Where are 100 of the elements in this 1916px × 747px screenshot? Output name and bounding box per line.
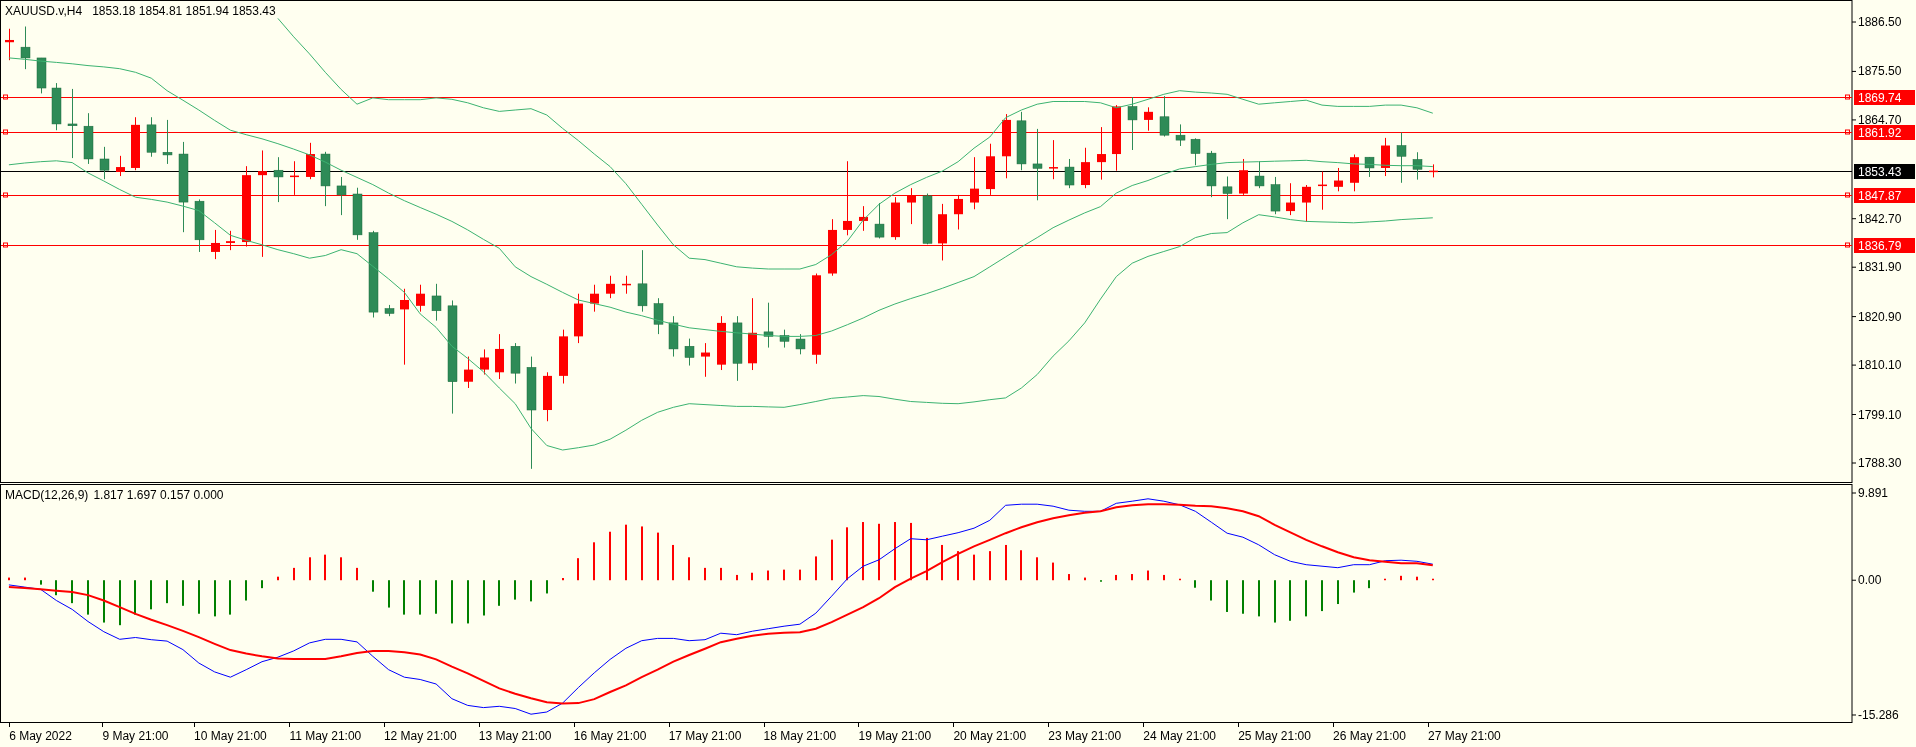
candlestick	[543, 371, 552, 422]
axis-label: 1864.70	[1858, 112, 1902, 127]
ref-line-label: 1847.87	[1858, 189, 1902, 203]
candlestick	[1239, 158, 1248, 196]
axis-label: 12 May 21:00	[383, 729, 457, 743]
candlestick	[1364, 156, 1375, 178]
candlestick	[1318, 171, 1327, 211]
candlestick	[83, 112, 94, 165]
axis-tick	[194, 721, 195, 728]
candlestick	[352, 187, 363, 241]
indicator-readout: 1.817 1.697 0.157 0.000	[93, 488, 224, 502]
price-label: 1847.87	[1854, 188, 1915, 203]
price-label: 1853.43	[1854, 164, 1915, 179]
price-label: 1861.92	[1854, 125, 1915, 140]
candlestick	[67, 88, 78, 159]
axis-label: 17 May 21:00	[668, 729, 742, 743]
axis-tick	[574, 721, 575, 728]
axis-tick	[1048, 721, 1049, 728]
candlestick	[938, 203, 947, 261]
candlestick	[416, 284, 425, 313]
candlestick	[1396, 132, 1407, 184]
axis-label: 10 May 21:00	[194, 729, 267, 743]
candlestick	[1222, 176, 1233, 220]
axis-label: 13 May 21:00	[478, 729, 552, 743]
indicator-title: MACD(12,26,9)	[5, 488, 89, 502]
candlestick	[874, 202, 885, 239]
line-end-marker	[1845, 94, 1850, 100]
candlestick	[1049, 139, 1058, 180]
candlestick	[668, 315, 679, 358]
axis-label: 1875.50	[1858, 64, 1902, 79]
axis-label: 1842.70	[1858, 211, 1902, 226]
axis-label: 6 May 2022	[9, 729, 72, 743]
price-label: 1869.74	[1854, 90, 1915, 105]
axis-label: 20 May 21:00	[953, 729, 1027, 743]
axis-tick	[858, 721, 859, 728]
candlestick	[954, 194, 963, 230]
axis-label: 1886.50	[1858, 15, 1902, 29]
candlestick	[226, 230, 235, 251]
line-end-marker	[1845, 242, 1850, 248]
candlestick	[986, 143, 995, 196]
candlestick	[1381, 137, 1390, 177]
candlestick	[290, 160, 299, 196]
axis-tick	[1238, 721, 1239, 728]
candlestick	[336, 176, 347, 216]
candlestick	[51, 82, 62, 131]
candlestick	[510, 342, 521, 384]
candlestick	[464, 356, 473, 389]
candlestick	[1175, 123, 1186, 147]
axis-label: 25 May 21:00	[1238, 729, 1311, 743]
candlestick	[1429, 163, 1438, 178]
axis-tick	[669, 721, 670, 728]
candlestick	[574, 293, 583, 344]
axis-tick	[384, 721, 385, 728]
candlestick	[828, 218, 837, 277]
axis-tick	[479, 721, 480, 728]
line-end-marker	[3, 192, 8, 198]
candlestick	[146, 116, 157, 158]
candlestick	[431, 283, 442, 322]
candlestick	[116, 155, 125, 177]
axis-label: 11 May 21:00	[289, 729, 362, 743]
candlestick	[1002, 113, 1011, 179]
candlestick	[320, 151, 331, 207]
candlestick	[194, 198, 205, 253]
line-end-marker	[3, 242, 8, 248]
candlestick	[590, 284, 599, 313]
price-readout: 1853.18 1854.81 1851.94 1853.43	[92, 4, 276, 18]
candlestick	[1302, 184, 1311, 223]
axis-label: 1820.90	[1858, 309, 1902, 324]
axis-tick	[953, 721, 954, 728]
axis-label: 23 May 21:00	[1048, 729, 1122, 743]
candlestick	[701, 342, 710, 378]
candlestick	[131, 116, 140, 171]
candlestick	[162, 119, 173, 165]
candlestick	[1350, 154, 1359, 192]
candlestick	[384, 304, 395, 317]
candlestick	[1412, 151, 1423, 181]
candlestick	[1112, 104, 1121, 172]
candlestick	[653, 297, 664, 335]
candlestick	[763, 302, 774, 349]
candlestick	[1190, 137, 1201, 166]
axis-label: 1831.90	[1858, 260, 1902, 275]
candlestick	[36, 57, 47, 94]
candlestick	[495, 333, 504, 380]
axis-label: 19 May 21:00	[858, 729, 932, 743]
candlestick	[5, 28, 14, 61]
axis-tick	[1851, 714, 1857, 716]
candlestick	[606, 275, 615, 299]
line-end-marker	[3, 129, 8, 135]
axis-label: 9.891	[1858, 486, 1889, 500]
candlestick	[20, 26, 31, 70]
candlestick	[637, 249, 648, 313]
candlestick	[1016, 111, 1027, 171]
candlestick	[559, 329, 568, 384]
axis-label: 18 May 21:00	[763, 729, 837, 743]
axis-label: 1810.10	[1858, 358, 1902, 373]
axis-tick	[9, 721, 10, 728]
candlestick	[970, 156, 979, 210]
candlestick	[306, 142, 315, 180]
price-label: 1836.79	[1854, 238, 1915, 253]
axis-tick	[1428, 721, 1429, 728]
